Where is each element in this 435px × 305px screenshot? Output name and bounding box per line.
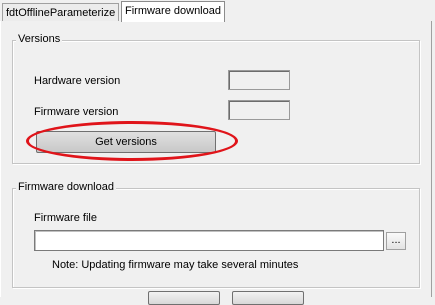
- get-versions-button[interactable]: Get versions: [36, 131, 216, 153]
- firmware-download-legend: Firmware download: [16, 181, 116, 193]
- tab-firmware-download[interactable]: Firmware download: [121, 1, 225, 22]
- tab-fdt-offline-parameterize[interactable]: fdtOfflineParameterize: [2, 3, 120, 21]
- panel-border: [431, 21, 432, 297]
- cancel-button[interactable]: [232, 291, 304, 305]
- firmware-version-field: [228, 100, 290, 120]
- update-note: Note: Updating firmware may take several…: [52, 259, 299, 271]
- browse-button-label: ...: [391, 234, 401, 246]
- tab-label: fdtOfflineParameterize: [6, 7, 116, 19]
- tab-label: Firmware download: [125, 5, 221, 17]
- browse-button[interactable]: ...: [386, 232, 406, 250]
- firmware-file-input[interactable]: [34, 230, 384, 251]
- hardware-version-field: [228, 70, 290, 90]
- versions-legend: Versions: [16, 33, 63, 45]
- firmware-file-label: Firmware file: [34, 212, 97, 224]
- download-button[interactable]: [148, 291, 220, 305]
- firmware-version-label: Firmware version: [34, 106, 119, 118]
- get-versions-button-label: Get versions: [95, 136, 157, 148]
- hardware-version-label: Hardware version: [34, 75, 121, 87]
